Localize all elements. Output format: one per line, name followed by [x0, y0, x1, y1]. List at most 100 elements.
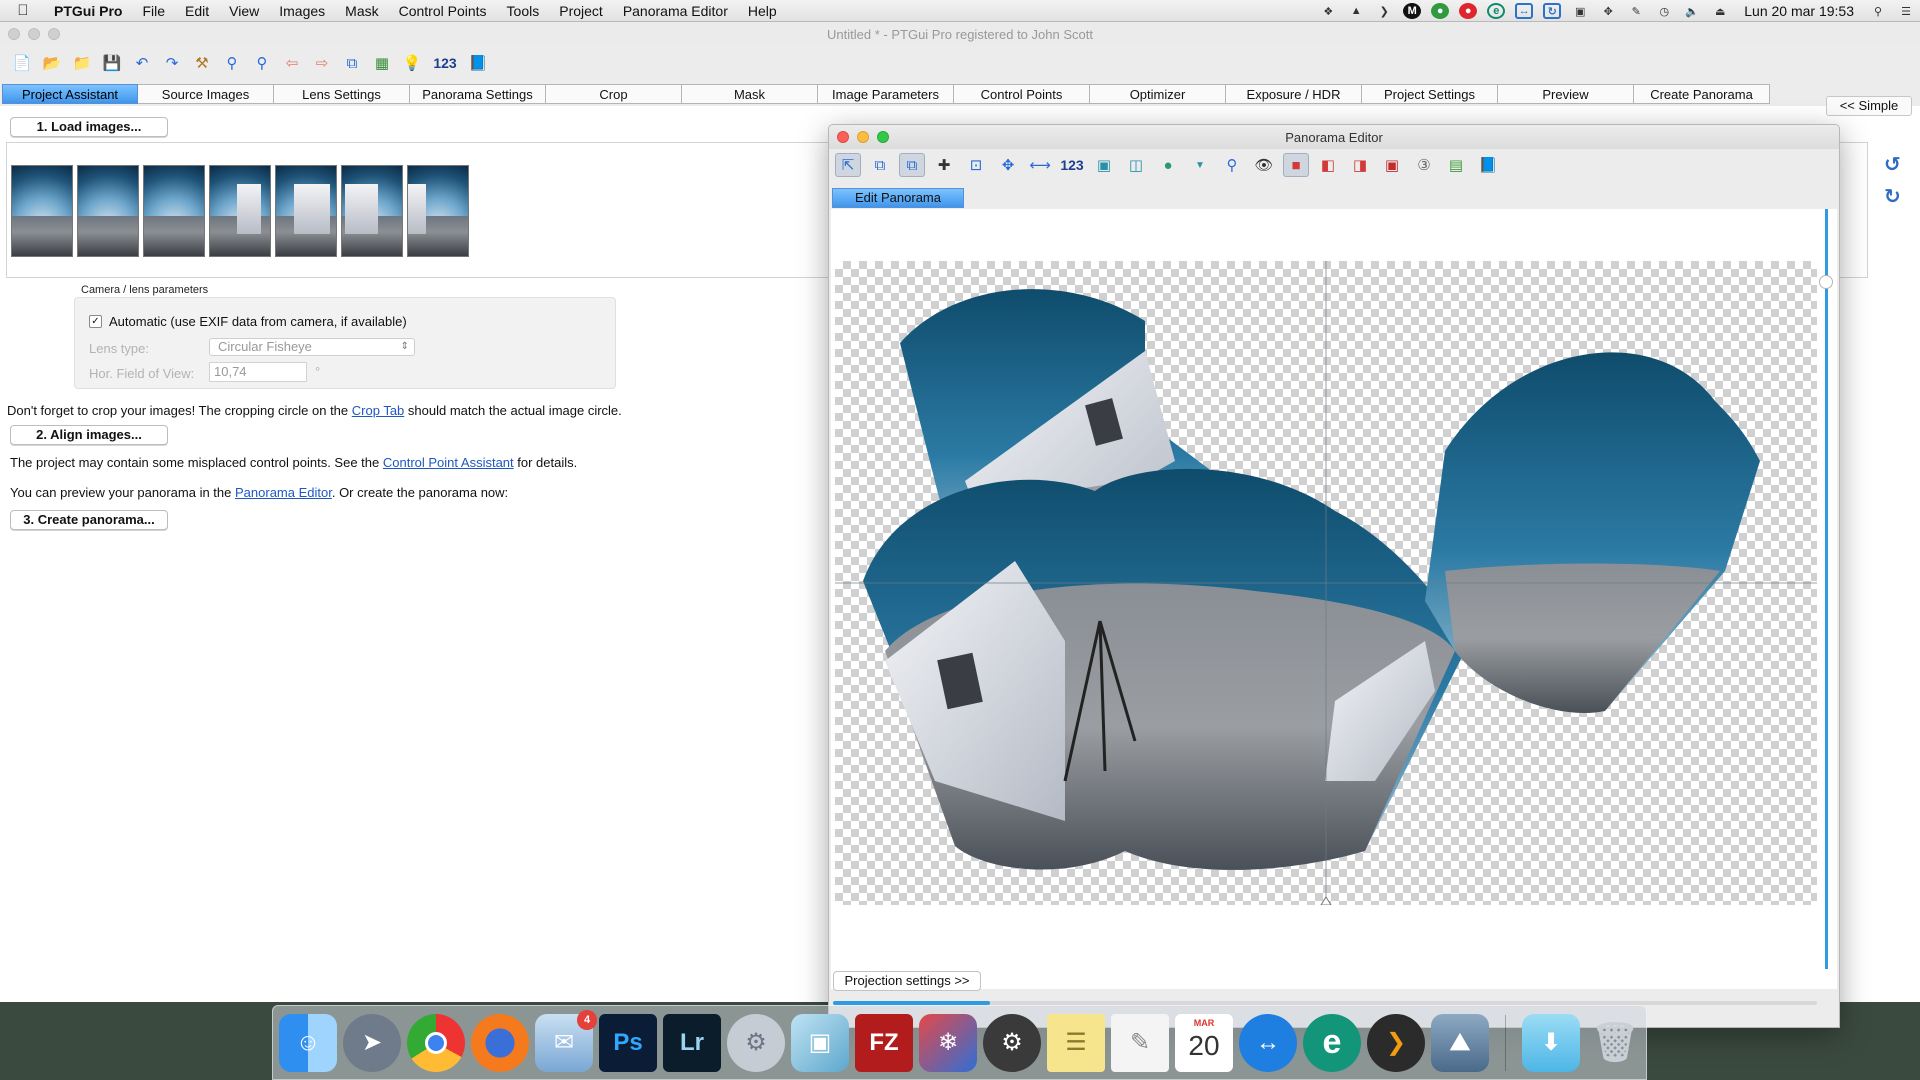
firefox-icon[interactable] [471, 1013, 529, 1072]
menu-app-name[interactable]: PTGui Pro [46, 3, 132, 19]
zoom-out-icon[interactable]: ⚲ [250, 51, 274, 75]
teamviewer-icon[interactable]: ↔ [1239, 1013, 1297, 1072]
plex-icon[interactable]: ❯ [1367, 1013, 1425, 1072]
pano-zoom-icon[interactable]: ⚲ [1219, 153, 1245, 177]
new-project-icon[interactable]: 📄 [10, 51, 34, 75]
simple-mode-button[interactable]: << Simple [1826, 96, 1912, 116]
teamviewer-status-icon[interactable]: ↔ [1515, 3, 1534, 19]
save-icon[interactable]: 💾 [100, 51, 124, 75]
straighten-icon[interactable]: ⟷ [1027, 153, 1053, 177]
eject-icon[interactable]: ⏏ [1711, 3, 1729, 19]
load-images-button[interactable]: 1. Load images... [10, 117, 168, 137]
chrome-icon[interactable] [407, 1013, 465, 1072]
clock[interactable]: Lun 20 mar 19:53 [1744, 3, 1854, 19]
photoshop-icon[interactable]: Ps [599, 1013, 657, 1072]
drag-panorama-icon[interactable]: ⧉ [899, 153, 925, 177]
mail-icon[interactable]: ✉ 4 [535, 1009, 597, 1072]
center-icon[interactable]: ✥ [995, 153, 1021, 177]
menu-images[interactable]: Images [269, 3, 335, 19]
open-recent-icon[interactable]: 📁 [70, 51, 94, 75]
time-machine-icon[interactable]: ◷ [1655, 3, 1673, 19]
image-borders-icon[interactable]: ▣ [1379, 153, 1405, 177]
tab-preview[interactable]: Preview [1498, 84, 1634, 104]
move-images-icon[interactable]: ⧉ [867, 153, 893, 177]
projection-sphere-icon[interactable]: ● [1155, 153, 1181, 177]
show-images-icon[interactable]: ■ [1283, 153, 1309, 177]
thumbnail-5[interactable] [275, 165, 337, 257]
evernote-status-icon[interactable]: e [1487, 3, 1506, 19]
thumbnail-6[interactable] [341, 165, 403, 257]
tab-source-images[interactable]: Source Images [138, 84, 274, 104]
system-settings-icon[interactable]: ⚙ [727, 1013, 785, 1072]
sync-status-icon[interactable]: ↻ [1543, 3, 1562, 19]
table-icon[interactable]: ▦ [370, 51, 394, 75]
open-project-icon[interactable]: 📂 [40, 51, 64, 75]
evernote-icon[interactable]: e [1303, 1013, 1361, 1072]
tab-panorama-settings[interactable]: Panorama Settings [410, 84, 546, 104]
notes-icon[interactable]: ☰ [1047, 1013, 1105, 1072]
tab-optimizer[interactable]: Optimizer [1090, 84, 1226, 104]
projection-dropdown-icon[interactable]: ▼ [1187, 153, 1213, 177]
lens-type-select[interactable]: Circular Fisheye ⇕ [209, 338, 415, 356]
automatic-checkbox[interactable]: ✓ [89, 315, 102, 328]
panorama-editor-link[interactable]: Panorama Editor [235, 485, 332, 500]
arrow-left-icon[interactable]: ⇦ [280, 51, 304, 75]
align-images-button[interactable]: 2. Align images... [10, 425, 168, 445]
trash-icon[interactable]: 🗑 [1586, 1014, 1644, 1072]
fov-input[interactable]: 10,74 [209, 362, 307, 382]
tools-icon[interactable]: ⚒ [190, 51, 214, 75]
image-outlines-icon[interactable]: ◨ [1347, 153, 1373, 177]
menu-panorama-editor[interactable]: Panorama Editor [613, 3, 738, 19]
pencil-icon[interactable]: ✎ [1627, 3, 1645, 19]
lightroom-icon[interactable]: Lr [663, 1013, 721, 1072]
number-3-icon[interactable]: ③ [1411, 153, 1437, 177]
select-tool-icon[interactable]: ⇱ [835, 153, 861, 177]
tab-edit-panorama[interactable]: Edit Panorama [832, 188, 964, 208]
filezilla-icon[interactable]: FZ [855, 1013, 913, 1072]
panorama-editor-icon[interactable]: ⧉ [340, 51, 364, 75]
chevron-right-icon[interactable]: ❯ [1375, 3, 1393, 19]
system-preferences-icon[interactable]: ⚙ [983, 1013, 1041, 1072]
tab-project-settings[interactable]: Project Settings [1362, 84, 1498, 104]
fit-panorama-icon[interactable]: ⊡ [963, 153, 989, 177]
thumbnail-2[interactable] [77, 165, 139, 257]
menu-project[interactable]: Project [549, 3, 613, 19]
redo-icon[interactable]: ↷ [160, 51, 184, 75]
thumbnail-4[interactable] [209, 165, 271, 257]
control-point-assistant-link[interactable]: Control Point Assistant [383, 455, 514, 470]
window-panel-icon[interactable]: ▤ [1443, 153, 1469, 177]
textedit-icon[interactable]: ✎ [1111, 1013, 1169, 1072]
rotate-cw-icon[interactable]: ↻ [1884, 184, 1901, 209]
display-icon[interactable]: ▣ [1571, 3, 1589, 19]
calendar-icon[interactable]: MAR 20 [1175, 1013, 1233, 1072]
virtualbox-icon[interactable]: ▣ [791, 1013, 849, 1072]
thumbnail-3[interactable] [143, 165, 205, 257]
menu-control-points[interactable]: Control Points [389, 3, 497, 19]
tab-image-parameters[interactable]: Image Parameters [818, 84, 954, 104]
vertical-scrollbar[interactable] [1825, 209, 1828, 969]
help-book-icon[interactable]: 📘 [466, 51, 490, 75]
preview-eye-icon[interactable]: 👁 [1251, 153, 1277, 177]
tab-create-panorama[interactable]: Create Panorama [1634, 84, 1770, 104]
finder-icon[interactable]: ☺ [279, 1013, 337, 1072]
lightbulb-icon[interactable]: 💡 [400, 51, 424, 75]
menu-file[interactable]: File [132, 3, 175, 19]
tab-mask[interactable]: Mask [682, 84, 818, 104]
projection-flat-icon[interactable]: ▣ [1091, 153, 1117, 177]
thumbnail-7[interactable] [407, 165, 469, 257]
rotate-ccw-icon[interactable]: ↺ [1884, 152, 1901, 177]
projection-cylinder-icon[interactable]: ◫ [1123, 153, 1149, 177]
zoom-in-icon[interactable]: ⚲ [220, 51, 244, 75]
launchpad-icon[interactable]: ➤ [343, 1013, 401, 1072]
menu-help[interactable]: Help [738, 3, 787, 19]
menu-edit[interactable]: Edit [175, 3, 219, 19]
move-icon[interactable]: ✥ [1599, 3, 1617, 19]
notification-center-icon[interactable]: ☰ [1897, 3, 1915, 19]
pano-help-icon[interactable]: 📘 [1475, 153, 1501, 177]
tab-exposure-hdr[interactable]: Exposure / HDR [1226, 84, 1362, 104]
vertical-scroll-knob[interactable] [1819, 275, 1833, 289]
app-red-blue-icon[interactable]: ❄ [919, 1013, 977, 1072]
tab-lens-settings[interactable]: Lens Settings [274, 84, 410, 104]
crosshair-icon[interactable]: ✚ [931, 153, 957, 177]
create-panorama-button[interactable]: 3. Create panorama... [10, 510, 168, 530]
